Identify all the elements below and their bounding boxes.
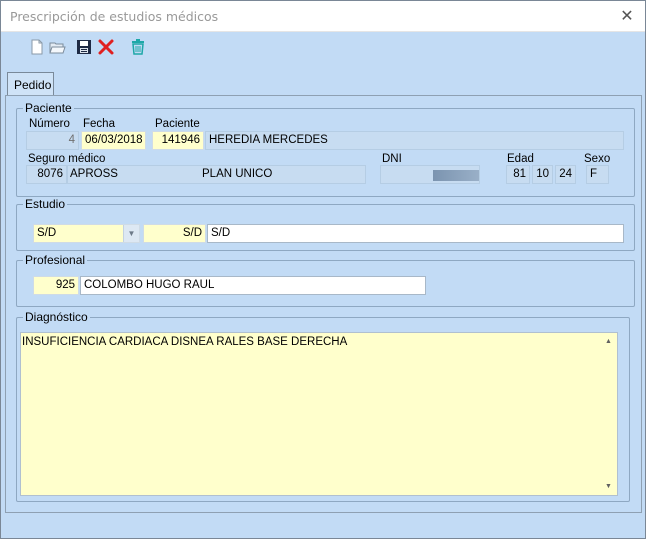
scroll-down-icon[interactable]: ▼: [600, 478, 617, 495]
plan-text: PLAN UNICO: [202, 168, 273, 180]
chevron-down-icon[interactable]: ▼: [123, 225, 139, 242]
paciente-label: Paciente: [155, 118, 200, 130]
fecha-field[interactable]: 06/03/2018: [81, 131, 146, 150]
edad-anios-field: 81: [506, 165, 530, 184]
new-button[interactable]: [26, 36, 48, 58]
numero-label: Número: [29, 118, 70, 130]
tab-pedido[interactable]: Pedido: [7, 72, 54, 96]
open-folder-icon: [49, 42, 66, 54]
seguro-field: APROSS PLAN UNICO: [67, 165, 366, 184]
seguro-id-field: 8076: [26, 165, 67, 184]
seguro-label: Seguro médico: [28, 153, 106, 165]
paciente-id-field[interactable]: 141946: [152, 131, 204, 150]
seguro-nombre-text: APROSS: [70, 168, 118, 180]
toolbar: [1, 32, 645, 62]
dni-field: [380, 165, 480, 184]
delete-icon: [98, 39, 114, 55]
estudio-descripcion-field: S/D: [207, 224, 624, 243]
numero-field: 4: [26, 131, 79, 150]
new-document-icon: [31, 39, 43, 55]
estudio-group-label: Estudio: [23, 197, 68, 211]
diagnostico-textarea[interactable]: INSUFICIENCIA CARDIACA DISNEA RALES BASE…: [20, 332, 618, 496]
estudio-codigo-field[interactable]: S/D: [143, 224, 206, 243]
dni-label: DNI: [382, 153, 402, 165]
prescripcion-window: Prescripción de estudios médicos ✕ Pedid…: [0, 0, 646, 539]
dni-masked-value: [433, 170, 479, 181]
scroll-up-icon[interactable]: ▲: [600, 333, 617, 350]
trash-icon: [132, 39, 144, 55]
diagnostico-group-label: Diagnóstico: [23, 310, 90, 324]
profesional-group-label: Profesional: [23, 253, 88, 267]
sexo-field: F: [586, 165, 609, 184]
sexo-label: Sexo: [584, 153, 611, 165]
diagnostico-scrollbar[interactable]: ▲ ▼: [600, 333, 617, 495]
trash-button[interactable]: [127, 36, 149, 58]
estudio-tipo-select[interactable]: S/D ▼: [33, 224, 140, 243]
paciente-nombre-field: HEREDIA MERCEDES: [205, 131, 624, 150]
diagnostico-text: INSUFICIENCIA CARDIACA DISNEA RALES BASE…: [22, 336, 348, 348]
profesional-codigo-field[interactable]: 925: [33, 276, 79, 295]
fecha-label: Fecha: [83, 118, 115, 130]
save-button[interactable]: [73, 36, 95, 58]
open-button[interactable]: [46, 36, 68, 58]
save-icon: [77, 40, 91, 54]
edad-label: Edad: [507, 153, 534, 165]
edad-dias-field: 24: [555, 165, 576, 184]
close-button[interactable]: ✕: [609, 1, 645, 32]
paciente-group-label: Paciente: [23, 101, 74, 115]
estudio-tipo-value: S/D: [37, 227, 57, 239]
delete-button[interactable]: [95, 36, 117, 58]
title-bar: Prescripción de estudios médicos ✕: [1, 1, 645, 32]
profesional-nombre-field: COLOMBO HUGO RAUL: [80, 276, 426, 295]
window-title: Prescripción de estudios médicos: [10, 9, 219, 24]
edad-meses-field: 10: [532, 165, 553, 184]
